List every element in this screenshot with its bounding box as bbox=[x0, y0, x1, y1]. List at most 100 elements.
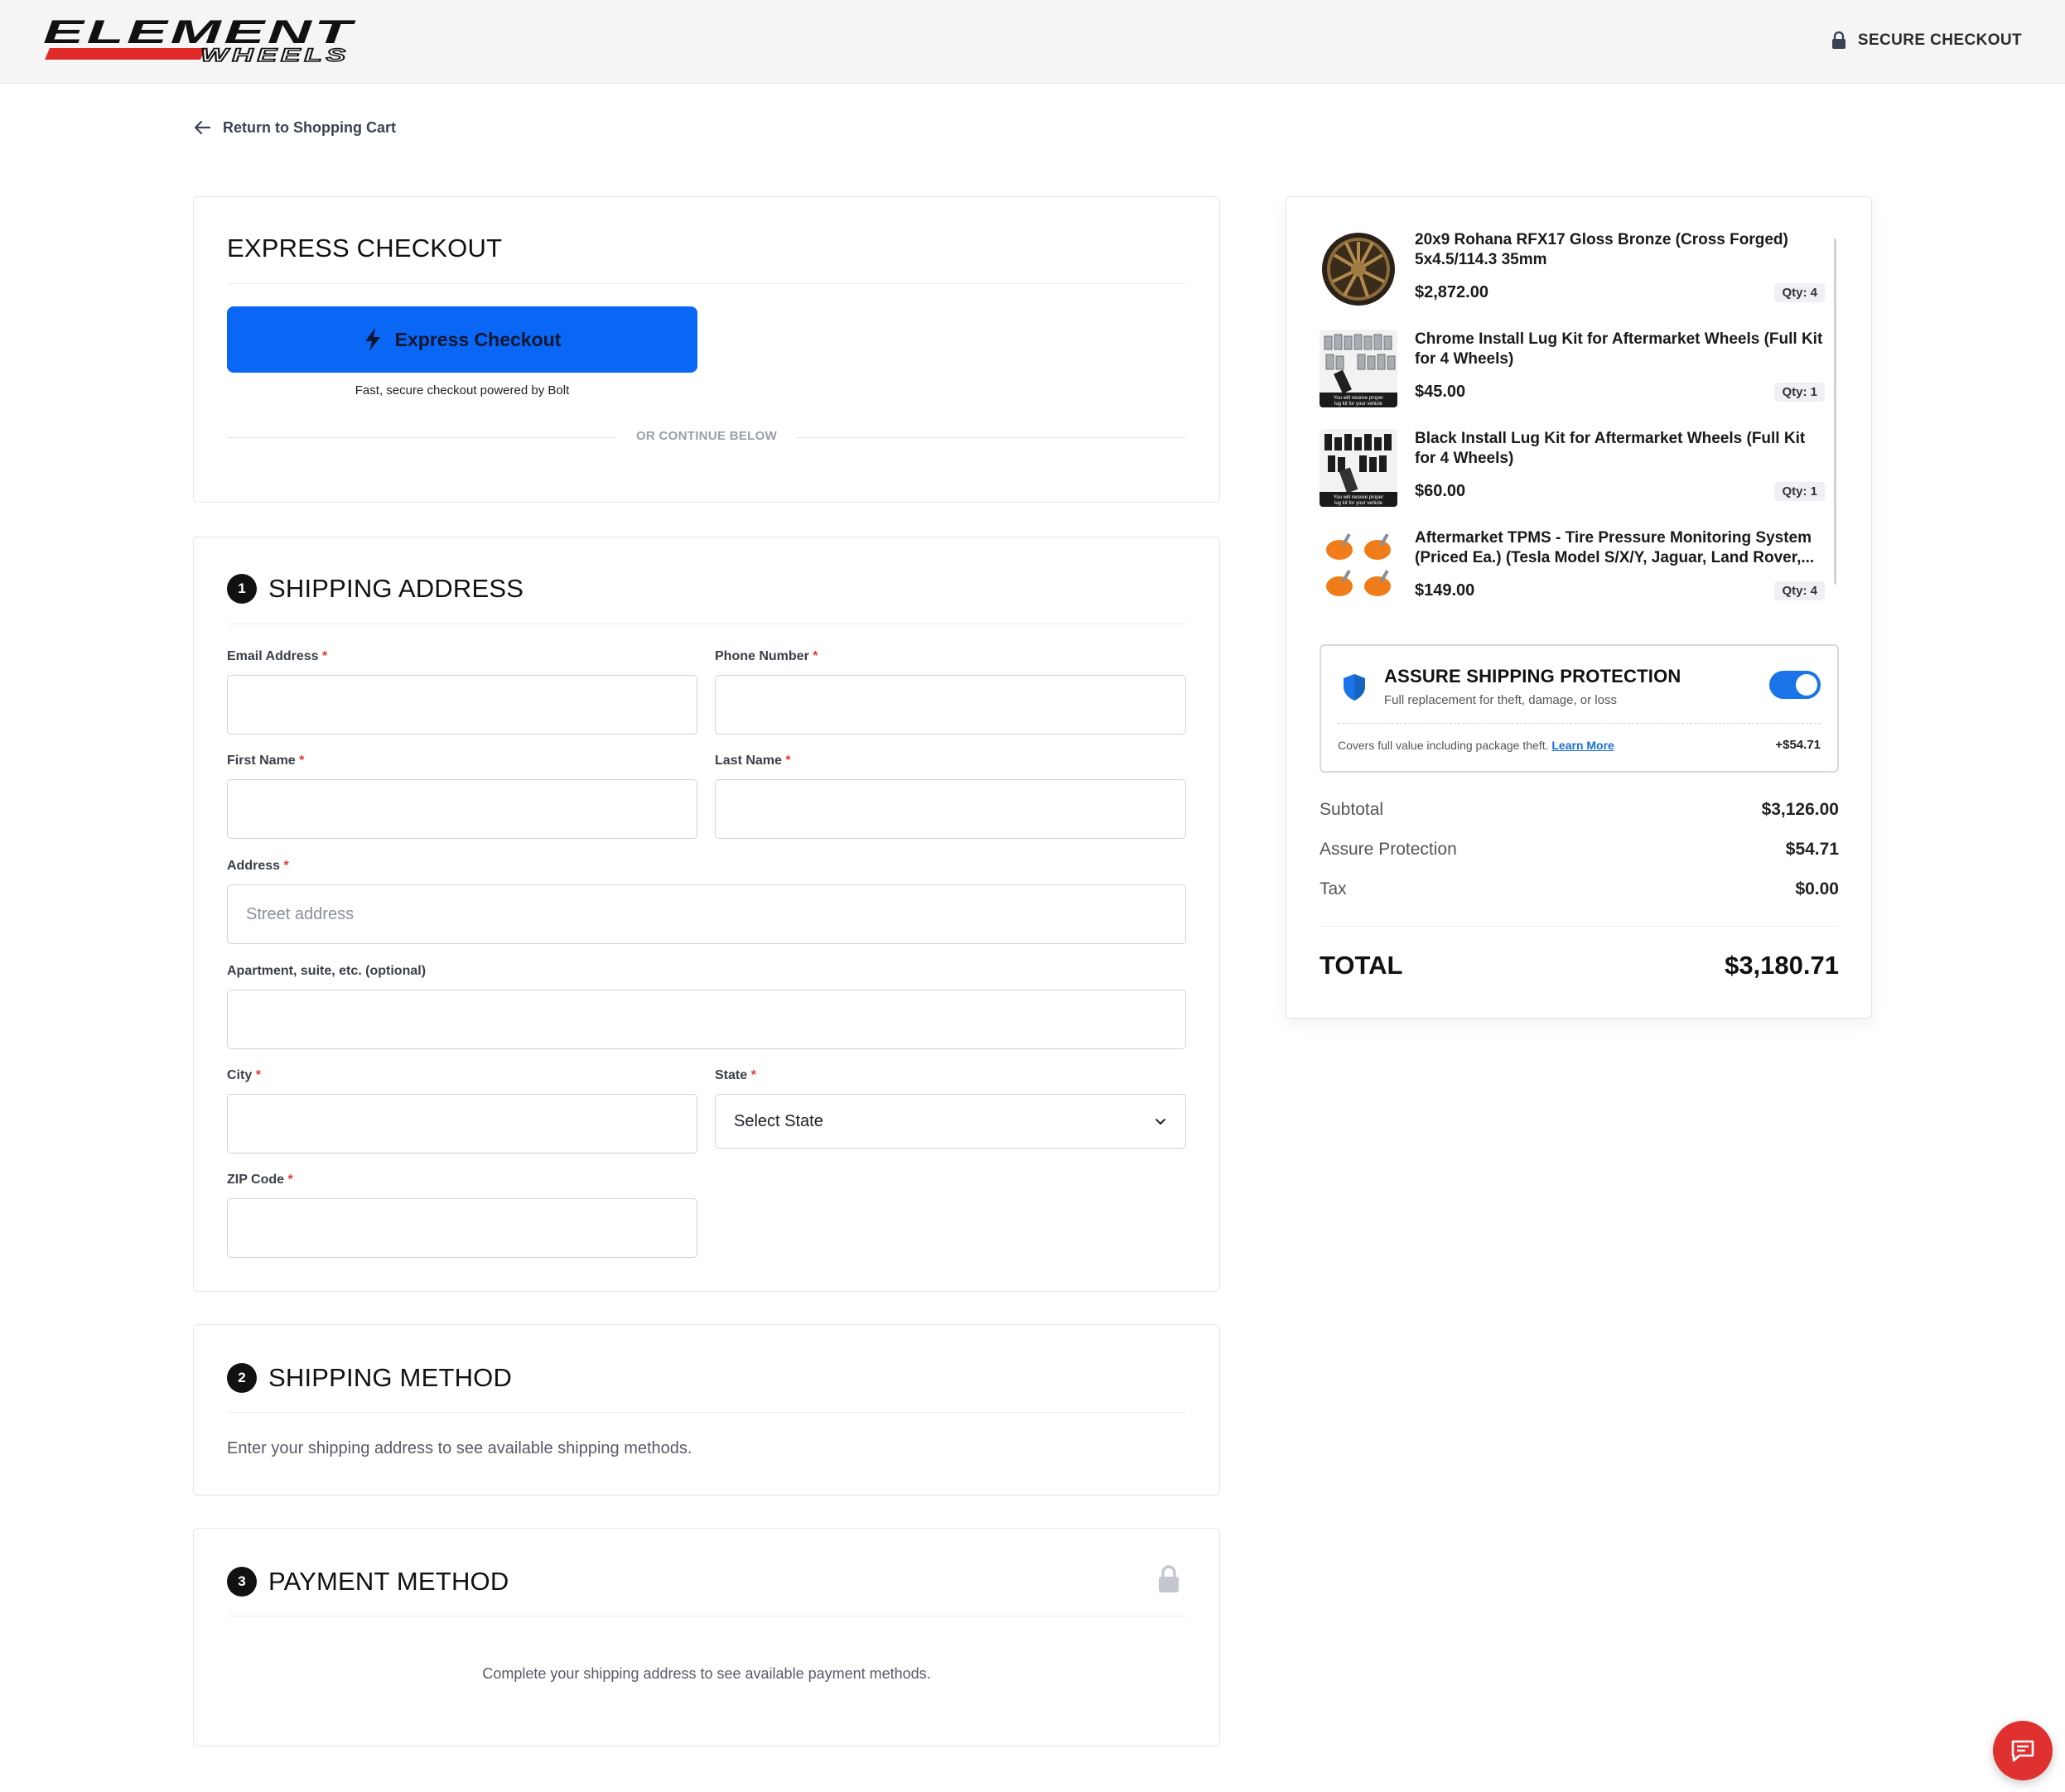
city-field[interactable] bbox=[227, 1094, 697, 1154]
return-to-cart-link[interactable]: Return to Shopping Cart bbox=[193, 118, 396, 137]
subtotal-value: $3,126.00 bbox=[1761, 800, 1839, 819]
phone-field[interactable] bbox=[715, 675, 1186, 735]
cart-item-qty: Qty: 1 bbox=[1774, 482, 1825, 501]
cart-item-name: Aftermarket TPMS - Tire Pressure Monitor… bbox=[1415, 529, 1815, 566]
tax-value: $0.00 bbox=[1795, 879, 1839, 898]
street-address-field[interactable]: Street address bbox=[227, 884, 1186, 944]
order-summary-card: 20x9 Rohana RFX17 Gloss Bronze (Cross Fo… bbox=[1286, 196, 1872, 1019]
apartment-label: Apartment, suite, etc. (optional) bbox=[227, 964, 427, 978]
bronze-wheel-thumbnail bbox=[1320, 230, 1397, 308]
cart-items-scrollbar[interactable] bbox=[1834, 238, 1836, 585]
shipping-method-title: SHIPPING METHOD bbox=[268, 1363, 513, 1392]
first-name-label: First Name * bbox=[227, 754, 305, 768]
payment-method-card: 3 PAYMENT METHOD Complete your shipping … bbox=[193, 1528, 1220, 1746]
last-name-label: Last Name * bbox=[715, 754, 791, 768]
cart-item-name: Black Install Lug Kit for Aftermarket Wh… bbox=[1415, 430, 1806, 467]
svg-text:You will receive proper: You will receive proper bbox=[1334, 396, 1383, 401]
zip-label: ZIP Code * bbox=[227, 1173, 293, 1187]
assure-protection-value: $54.71 bbox=[1785, 840, 1839, 859]
assure-protection-label: Assure Protection bbox=[1320, 840, 1457, 859]
cart-item-name: 20x9 Rohana RFX17 Gloss Bronze (Cross Fo… bbox=[1415, 231, 1788, 268]
brand-logo-graphic: ELEMENT WHEELS bbox=[43, 14, 355, 66]
protection-subtitle: Full replacement for theft, damage, or l… bbox=[1384, 693, 1617, 707]
chevron-down-icon bbox=[1156, 1119, 1165, 1125]
shipping-method-divider bbox=[227, 1412, 1186, 1413]
brand-logo[interactable]: ELEMENT WHEELS bbox=[43, 14, 358, 66]
email-field[interactable] bbox=[227, 675, 697, 735]
subtotal-row: Subtotal $3,126.00 bbox=[1320, 800, 1839, 825]
secure-checkout-badge: SECURE CHECKOUT bbox=[1831, 31, 2022, 50]
email-label: Email Address * bbox=[227, 649, 328, 663]
cart-item-name: Chrome Install Lug Kit for Aftermarket W… bbox=[1415, 330, 1823, 368]
express-checkout-button[interactable]: Express Checkout bbox=[227, 306, 697, 373]
payment-method-heading: 3 PAYMENT METHOD bbox=[227, 1567, 509, 1597]
protection-toggle[interactable] bbox=[1769, 671, 1821, 699]
site-header: ELEMENT WHEELS SECURE CHECKOUT bbox=[0, 0, 2065, 84]
cart-item: Aftermarket TPMS - Tire Pressure Monitor… bbox=[1320, 528, 1825, 611]
protection-price: +$54.71 bbox=[1775, 738, 1821, 752]
shipping-method-message: Enter your shipping address to see avail… bbox=[227, 1439, 692, 1457]
arrow-left-icon bbox=[194, 120, 211, 135]
state-label: State * bbox=[715, 1068, 756, 1082]
cart-item-qty: Qty: 4 bbox=[1774, 581, 1825, 600]
express-checkout-subtext: Fast, secure checkout powered by Bolt bbox=[355, 383, 570, 397]
protection-cover-text: Covers full value including package thef… bbox=[1338, 739, 1614, 752]
protection-title: ASSURE SHIPPING PROTECTION bbox=[1384, 666, 1681, 686]
step-number-1: 1 bbox=[227, 574, 257, 604]
cart-item-price: $60.00 bbox=[1415, 482, 1466, 500]
total-divider bbox=[1320, 926, 1838, 927]
tpms-sensors-thumbnail bbox=[1320, 528, 1397, 606]
shipping-method-heading: 2 SHIPPING METHOD bbox=[227, 1363, 512, 1393]
secure-checkout-label: SECURE CHECKOUT bbox=[1857, 31, 2022, 49]
cart-item-price: $2,872.00 bbox=[1415, 283, 1488, 301]
first-name-field[interactable] bbox=[227, 779, 697, 839]
shipping-method-card: 2 SHIPPING METHOD Enter your shipping ad… bbox=[193, 1324, 1220, 1496]
svg-text:lug kit for your vehicle: lug kit for your vehicle bbox=[1334, 402, 1383, 407]
svg-text:You will receive proper: You will receive proper bbox=[1334, 495, 1383, 500]
learn-more-link[interactable]: Learn More bbox=[1551, 739, 1614, 752]
cart-item-qty: Qty: 4 bbox=[1774, 283, 1825, 302]
svg-text:lug kit for your vehicle: lug kit for your vehicle bbox=[1334, 501, 1383, 506]
apartment-field[interactable] bbox=[227, 990, 1186, 1049]
payment-method-message: Complete your shipping address to see av… bbox=[482, 1665, 931, 1682]
or-continue-text: OR CONTINUE BELOW bbox=[635, 429, 778, 443]
or-continue-divider: OR CONTINUE BELOW bbox=[227, 429, 1186, 446]
tax-label: Tax bbox=[1320, 879, 1347, 898]
cart-items-list[interactable]: 20x9 Rohana RFX17 Gloss Bronze (Cross Fo… bbox=[1320, 230, 1833, 611]
state-select[interactable]: Select State bbox=[715, 1094, 1186, 1149]
express-divider bbox=[227, 283, 1186, 284]
express-checkout-card: EXPRESS CHECKOUT Express Checkout Fast, … bbox=[193, 196, 1220, 503]
cart-item-price: $149.00 bbox=[1415, 581, 1475, 600]
address-label: Address * bbox=[227, 859, 289, 873]
chrome-lug-kit-thumbnail: You will receive proper lug kit for your… bbox=[1320, 330, 1397, 407]
shield-icon bbox=[1344, 674, 1365, 701]
payment-method-title: PAYMENT METHOD bbox=[268, 1567, 509, 1596]
lightning-icon bbox=[364, 328, 380, 351]
shipping-address-heading: 1 SHIPPING ADDRESS bbox=[227, 574, 523, 604]
subtotal-label: Subtotal bbox=[1320, 800, 1384, 819]
express-checkout-title: EXPRESS CHECKOUT bbox=[227, 234, 503, 263]
last-name-field[interactable] bbox=[715, 779, 1186, 839]
shipping-protection-box: ASSURE SHIPPING PROTECTION Full replacem… bbox=[1320, 644, 1839, 773]
state-select-value: Select State bbox=[734, 1111, 823, 1130]
phone-label: Phone Number * bbox=[715, 649, 818, 663]
chat-button[interactable] bbox=[1993, 1721, 2053, 1780]
brand-bottom-text: WHEELS bbox=[200, 45, 350, 65]
cart-item-price: $45.00 bbox=[1415, 383, 1466, 401]
protection-divider bbox=[1338, 723, 1821, 724]
total-row: TOTAL $3,180.71 bbox=[1320, 951, 1839, 984]
city-label: City * bbox=[227, 1068, 261, 1082]
zip-field[interactable] bbox=[227, 1198, 697, 1258]
lock-icon bbox=[1831, 31, 1845, 49]
black-lug-kit-thumbnail: You will receive proper lug kit for your… bbox=[1320, 429, 1397, 507]
return-to-cart-label: Return to Shopping Cart bbox=[223, 118, 396, 136]
chat-icon bbox=[2011, 1740, 2034, 1762]
total-label: TOTAL bbox=[1320, 951, 1403, 980]
cart-item: You will receive proper lug kit for your… bbox=[1320, 429, 1825, 520]
step-number-2: 2 bbox=[227, 1363, 257, 1393]
tax-row: Tax $0.00 bbox=[1320, 879, 1839, 904]
payment-lock-icon bbox=[1159, 1565, 1179, 1592]
street-address-placeholder: Street address bbox=[246, 904, 355, 923]
step-number-3: 3 bbox=[227, 1567, 257, 1597]
assure-protection-row: Assure Protection $54.71 bbox=[1320, 840, 1839, 865]
